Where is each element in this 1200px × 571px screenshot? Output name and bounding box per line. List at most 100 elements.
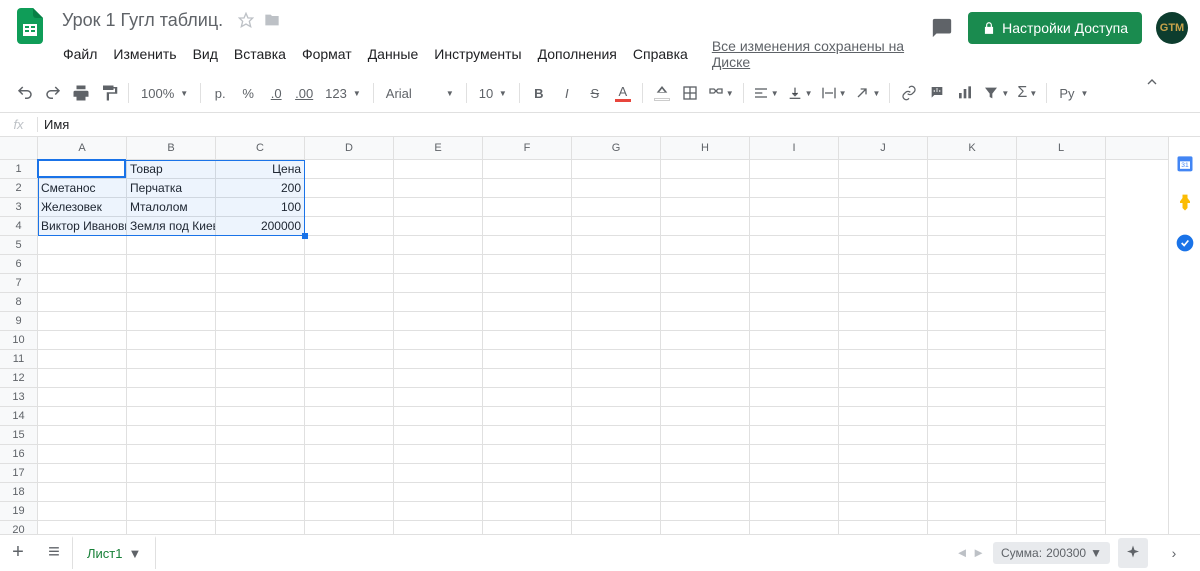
doc-title[interactable]: Урок 1 Гугл таблиц. [56, 8, 229, 33]
cell[interactable] [305, 483, 394, 502]
decrease-decimal-button[interactable]: .0 [263, 80, 289, 106]
cell[interactable] [305, 255, 394, 274]
cell[interactable] [483, 312, 572, 331]
row-header[interactable]: 8 [0, 293, 38, 312]
cell[interactable] [839, 179, 928, 198]
menu-addons[interactable]: Дополнения [531, 42, 624, 66]
font-dropdown[interactable]: Arial▼ [380, 80, 460, 106]
cell[interactable]: Товар [127, 160, 216, 179]
cell[interactable] [928, 312, 1017, 331]
cell[interactable] [839, 312, 928, 331]
cell[interactable] [572, 350, 661, 369]
cell[interactable] [305, 464, 394, 483]
cell[interactable] [38, 388, 127, 407]
halign-icon[interactable]: ▼ [750, 80, 782, 106]
cell[interactable] [750, 350, 839, 369]
cell[interactable] [483, 502, 572, 521]
cell[interactable] [839, 388, 928, 407]
cell[interactable] [750, 331, 839, 350]
cell[interactable]: Виктор Иванови [38, 217, 127, 236]
cell[interactable] [127, 274, 216, 293]
cell[interactable] [483, 236, 572, 255]
cell[interactable]: 200 [216, 179, 305, 198]
cell[interactable] [394, 217, 483, 236]
cell[interactable] [216, 293, 305, 312]
cell[interactable] [38, 274, 127, 293]
cell[interactable] [305, 388, 394, 407]
cell[interactable] [661, 217, 750, 236]
cell[interactable] [928, 331, 1017, 350]
sheets-logo[interactable] [12, 8, 48, 44]
row-header[interactable]: 17 [0, 464, 38, 483]
cell[interactable] [750, 274, 839, 293]
cell[interactable] [1017, 255, 1106, 274]
cell[interactable] [572, 331, 661, 350]
cell[interactable] [394, 502, 483, 521]
cell[interactable] [483, 350, 572, 369]
cell[interactable] [750, 236, 839, 255]
cell[interactable]: Сметанос [38, 179, 127, 198]
cell[interactable] [572, 483, 661, 502]
currency-button[interactable]: р. [207, 80, 233, 106]
cell[interactable] [928, 198, 1017, 217]
cell[interactable] [394, 483, 483, 502]
cell[interactable] [928, 388, 1017, 407]
folder-icon[interactable] [263, 11, 281, 29]
cell[interactable] [394, 312, 483, 331]
cell[interactable] [572, 198, 661, 217]
row-header[interactable]: 2 [0, 179, 38, 198]
cell[interactable]: Цена [216, 160, 305, 179]
cell[interactable] [305, 179, 394, 198]
cell[interactable] [661, 236, 750, 255]
all-sheets-icon[interactable]: ≡ [36, 535, 72, 571]
row-header[interactable]: 9 [0, 312, 38, 331]
cell[interactable] [394, 331, 483, 350]
cell[interactable] [394, 407, 483, 426]
cell[interactable]: 100 [216, 198, 305, 217]
cell[interactable] [839, 464, 928, 483]
cell[interactable] [750, 179, 839, 198]
cell[interactable] [1017, 407, 1106, 426]
cell[interactable] [572, 312, 661, 331]
share-button[interactable]: Настройки Доступа [968, 12, 1142, 44]
cell[interactable] [839, 331, 928, 350]
cell[interactable] [750, 255, 839, 274]
row-header[interactable]: 5 [0, 236, 38, 255]
cell[interactable] [483, 426, 572, 445]
cell[interactable] [572, 274, 661, 293]
column-header[interactable]: H [661, 137, 750, 159]
cell[interactable] [572, 160, 661, 179]
cell[interactable] [305, 160, 394, 179]
cell[interactable] [572, 293, 661, 312]
calendar-icon[interactable]: 31 [1175, 153, 1195, 173]
cell[interactable] [305, 236, 394, 255]
cell[interactable] [661, 160, 750, 179]
cell[interactable] [1017, 179, 1106, 198]
cell[interactable] [750, 369, 839, 388]
cell[interactable] [394, 350, 483, 369]
cell[interactable] [394, 160, 483, 179]
comments-icon[interactable] [930, 16, 954, 40]
menu-help[interactable]: Справка [626, 42, 695, 66]
cell[interactable] [928, 160, 1017, 179]
cell[interactable] [305, 217, 394, 236]
cell[interactable] [483, 331, 572, 350]
select-all-corner[interactable] [0, 137, 38, 159]
cell[interactable] [38, 407, 127, 426]
font-size-dropdown[interactable]: 10▼ [473, 80, 513, 106]
column-header[interactable]: G [572, 137, 661, 159]
row-header[interactable]: 4 [0, 217, 38, 236]
cell[interactable] [483, 464, 572, 483]
cell[interactable] [928, 445, 1017, 464]
cell[interactable] [216, 350, 305, 369]
row-header[interactable]: 15 [0, 426, 38, 445]
cell[interactable] [572, 464, 661, 483]
row-header[interactable]: 10 [0, 331, 38, 350]
cell[interactable] [483, 483, 572, 502]
cell[interactable] [127, 331, 216, 350]
menu-insert[interactable]: Вставка [227, 42, 293, 66]
cell[interactable] [750, 312, 839, 331]
sheet-nav-arrows[interactable]: ◄ ► [956, 545, 985, 560]
cell[interactable] [1017, 426, 1106, 445]
add-sheet-icon[interactable]: + [0, 535, 36, 571]
